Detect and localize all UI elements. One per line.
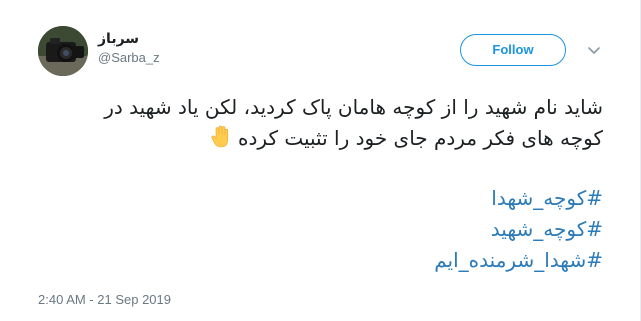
hashtag-link[interactable]: #شهدا_شرمنده_ایم bbox=[434, 245, 603, 276]
author-names: سرباز @Sarba_z bbox=[98, 30, 160, 67]
display-name[interactable]: سرباز bbox=[98, 30, 160, 48]
chevron-down-icon[interactable] bbox=[586, 42, 602, 58]
tweet-text: شاید نام شهید را از کوچه هامان پاک کردید… bbox=[37, 92, 603, 154]
hashtag-list: #کوچه_شهدا #کوچه_شهید #شهدا_شرمنده_ایم bbox=[434, 183, 603, 276]
tweet-text-line: کوچه های فکر مردم جای خود را تثبیت کرده bbox=[37, 123, 603, 154]
user-handle[interactable]: @Sarba_z bbox=[98, 49, 160, 67]
hashtag-link[interactable]: #کوچه_شهدا bbox=[434, 183, 603, 214]
avatar[interactable] bbox=[38, 26, 88, 76]
tweet-text-line: شاید نام شهید را از کوچه هامان پاک کردید… bbox=[104, 95, 603, 119]
tweet-timestamp[interactable]: 2:40 AM - 21 Sep 2019 bbox=[38, 292, 171, 307]
tweet-header: سرباز @Sarba_z Follow bbox=[38, 26, 618, 76]
raised-hand-icon bbox=[211, 125, 229, 148]
tweet-card: سرباز @Sarba_z Follow شاید نام شهید را ا… bbox=[0, 0, 641, 321]
hashtag-link[interactable]: #کوچه_شهید bbox=[434, 214, 603, 245]
tweet-text-segment: کوچه های فکر مردم جای خود را تثبیت کرده bbox=[238, 126, 603, 150]
follow-button[interactable]: Follow bbox=[460, 34, 566, 66]
camera-icon bbox=[38, 26, 88, 76]
